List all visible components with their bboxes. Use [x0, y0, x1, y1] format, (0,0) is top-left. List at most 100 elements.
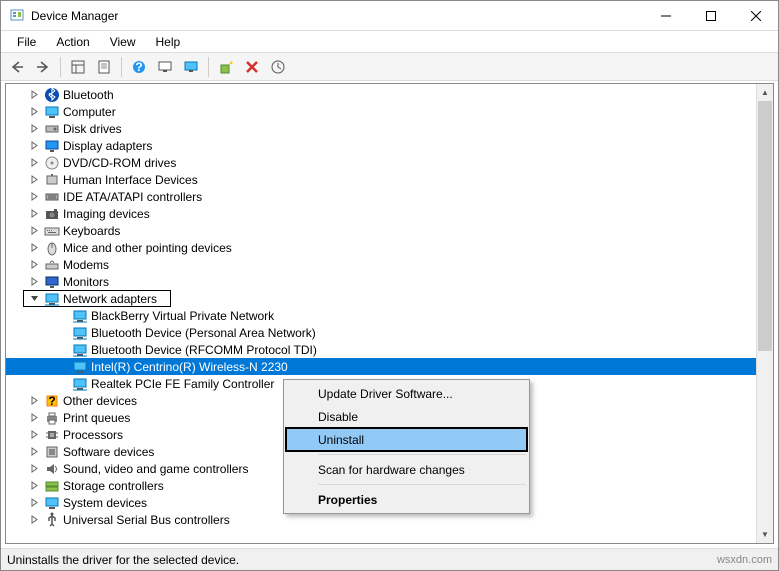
- tree-node-label: Processors: [63, 428, 123, 442]
- expand-caret-icon[interactable]: [28, 394, 41, 407]
- expand-caret-icon[interactable]: [28, 258, 41, 271]
- tree-node[interactable]: DVD/CD-ROM drives: [6, 154, 773, 171]
- tree-node-label: Universal Serial Bus controllers: [63, 513, 230, 527]
- menu-view[interactable]: View: [100, 33, 146, 51]
- expand-caret-icon[interactable]: [28, 275, 41, 288]
- toolbar-separator: [208, 57, 209, 77]
- system-icon: [44, 495, 60, 511]
- tree-node[interactable]: Keyboards: [6, 222, 773, 239]
- tree-node-label: Intel(R) Centrino(R) Wireless-N 2230: [91, 360, 288, 374]
- tree-node[interactable]: Display adapters: [6, 137, 773, 154]
- expand-caret-icon[interactable]: [28, 207, 41, 220]
- tree-node-network-child[interactable]: Intel(R) Centrino(R) Wireless-N 2230: [6, 358, 773, 375]
- expand-caret-icon[interactable]: [28, 479, 41, 492]
- tree-node[interactable]: Mice and other pointing devices: [6, 239, 773, 256]
- tree-node-label: IDE ATA/ATAPI controllers: [63, 190, 202, 204]
- context-update[interactable]: Update Driver Software...: [286, 382, 527, 405]
- bluetooth-icon: [44, 87, 60, 103]
- scroll-thumb[interactable]: [758, 101, 772, 351]
- expand-caret-icon[interactable]: [28, 496, 41, 509]
- expand-caret-icon[interactable]: [28, 462, 41, 475]
- update-button[interactable]: [179, 55, 203, 79]
- scroll-up-button[interactable]: ▲: [757, 84, 773, 101]
- tree-node-network-child[interactable]: Bluetooth Device (RFCOMM Protocol TDI): [6, 341, 773, 358]
- show-hide-console-button[interactable]: [66, 55, 90, 79]
- expand-caret-icon[interactable]: [28, 88, 41, 101]
- scan-hardware-button[interactable]: [266, 55, 290, 79]
- tree-node[interactable]: Human Interface Devices: [6, 171, 773, 188]
- expand-caret-icon[interactable]: [28, 173, 41, 186]
- tree-node-label: System devices: [63, 496, 147, 510]
- minimize-button[interactable]: [643, 1, 688, 30]
- toolbar: ?: [1, 53, 778, 81]
- maximize-button[interactable]: [688, 1, 733, 30]
- expand-caret-icon[interactable]: [56, 309, 69, 322]
- uninstall-button[interactable]: [240, 55, 264, 79]
- display-icon: [44, 138, 60, 154]
- expand-caret-icon[interactable]: [56, 377, 69, 390]
- toolbar-separator: [60, 57, 61, 77]
- tree-node-label: Bluetooth Device (RFCOMM Protocol TDI): [91, 343, 317, 357]
- menubar: File Action View Help: [1, 31, 778, 53]
- tree-node[interactable]: Computer: [6, 103, 773, 120]
- expand-caret-icon[interactable]: [28, 156, 41, 169]
- expand-caret-icon[interactable]: [56, 343, 69, 356]
- tree-node-label: Storage controllers: [63, 479, 164, 493]
- expand-caret-icon[interactable]: [28, 292, 41, 305]
- enable-button[interactable]: [214, 55, 238, 79]
- status-text: Uninstalls the driver for the selected d…: [7, 553, 239, 567]
- expand-caret-icon[interactable]: [28, 122, 41, 135]
- tree-node-network-child[interactable]: BlackBerry Virtual Private Network: [6, 307, 773, 324]
- tree-node-network-adapters[interactable]: Network adapters: [23, 290, 171, 307]
- close-button[interactable]: [733, 1, 778, 30]
- tree-node-label: Realtek PCIe FE Family Controller: [91, 377, 274, 391]
- tree-node[interactable]: Bluetooth: [6, 86, 773, 103]
- scan-button[interactable]: [153, 55, 177, 79]
- window-buttons: [643, 1, 778, 30]
- tree-node-network-child[interactable]: Bluetooth Device (Personal Area Network): [6, 324, 773, 341]
- menu-action[interactable]: Action: [46, 33, 99, 51]
- expand-caret-icon[interactable]: [28, 190, 41, 203]
- tree-node[interactable]: IDE ATA/ATAPI controllers: [6, 188, 773, 205]
- context-uninstall[interactable]: Uninstall: [286, 428, 527, 451]
- tree-node[interactable]: Monitors: [6, 273, 773, 290]
- tree-node[interactable]: Disk drives: [6, 120, 773, 137]
- expand-caret-icon[interactable]: [28, 139, 41, 152]
- tree-node[interactable]: Modems: [6, 256, 773, 273]
- menu-help[interactable]: Help: [146, 33, 191, 51]
- expand-caret-icon[interactable]: [28, 428, 41, 441]
- expand-caret-icon[interactable]: [28, 513, 41, 526]
- network-icon: [44, 291, 60, 307]
- tree-node-label: DVD/CD-ROM drives: [63, 156, 176, 170]
- expand-caret-icon[interactable]: [28, 224, 41, 237]
- svg-text:?: ?: [48, 394, 55, 408]
- forward-button[interactable]: [31, 55, 55, 79]
- help-button[interactable]: ?: [127, 55, 151, 79]
- context-properties[interactable]: Properties: [286, 488, 527, 511]
- expand-caret-icon[interactable]: [28, 105, 41, 118]
- expand-caret-icon[interactable]: [56, 360, 69, 373]
- context-disable[interactable]: Disable: [286, 405, 527, 428]
- scroll-down-button[interactable]: ▼: [757, 526, 773, 543]
- context-scan[interactable]: Scan for hardware changes: [286, 458, 527, 481]
- expand-caret-icon[interactable]: [28, 241, 41, 254]
- back-button[interactable]: [5, 55, 29, 79]
- expand-caret-icon[interactable]: [56, 326, 69, 339]
- mouse-icon: [44, 240, 60, 256]
- tree-node[interactable]: Imaging devices: [6, 205, 773, 222]
- properties-button[interactable]: [92, 55, 116, 79]
- network-icon: [72, 376, 88, 392]
- expand-caret-icon[interactable]: [28, 445, 41, 458]
- app-icon: [9, 8, 25, 24]
- network-icon: [72, 308, 88, 324]
- print-icon: [44, 410, 60, 426]
- menu-file[interactable]: File: [7, 33, 46, 51]
- tree-node-label: Keyboards: [63, 224, 120, 238]
- scrollbar[interactable]: ▲ ▼: [756, 84, 773, 543]
- tree-node-label: Print queues: [63, 411, 130, 425]
- expand-caret-icon[interactable]: [28, 411, 41, 424]
- modem-icon: [44, 257, 60, 273]
- monitor-icon: [44, 274, 60, 290]
- tree-node-label: Mice and other pointing devices: [63, 241, 232, 255]
- watermark: wsxdn.com: [717, 554, 772, 566]
